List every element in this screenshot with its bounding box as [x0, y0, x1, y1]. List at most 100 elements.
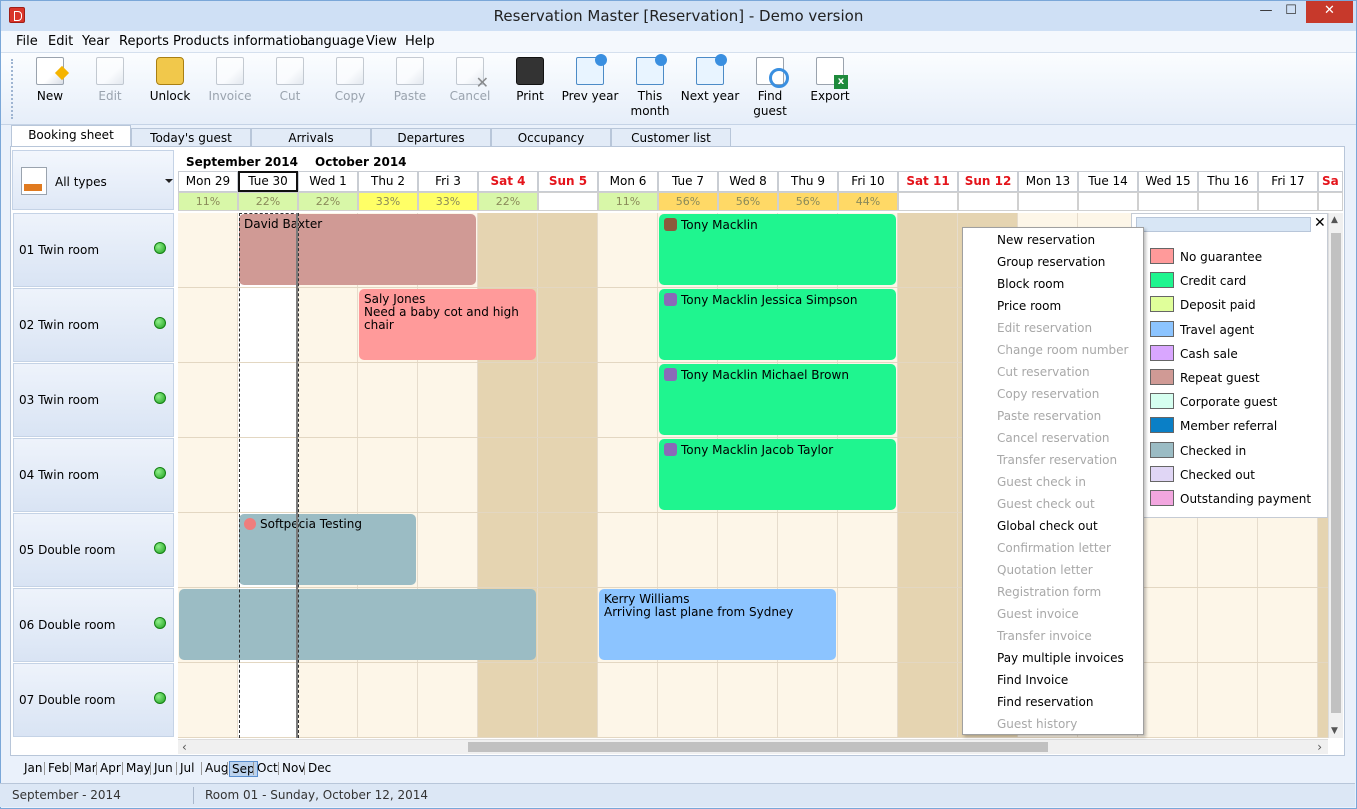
ctx-guest-invoice[interactable]: Guest invoice: [997, 607, 1079, 621]
day-header[interactable]: Tue 30: [238, 171, 298, 192]
edit-button[interactable]: Edit: [80, 57, 140, 104]
export-button[interactable]: Export: [800, 57, 860, 104]
ctx-guest-check-in[interactable]: Guest check in: [997, 475, 1086, 489]
next-year-button[interactable]: Next year: [680, 54, 740, 104]
legend-panel-titlebar[interactable]: [1136, 217, 1311, 232]
day-column[interactable]: [538, 213, 598, 738]
ctx-confirmation-letter[interactable]: Confirmation letter: [997, 541, 1111, 555]
legend-close-icon[interactable]: ✕: [1314, 215, 1326, 231]
month-link-mar[interactable]: Mar: [72, 761, 99, 777]
day-header[interactable]: Wed 8: [718, 171, 778, 192]
day-header[interactable]: Mon 6: [598, 171, 658, 192]
ctx-transfer-invoice[interactable]: Transfer invoice: [997, 629, 1092, 643]
ctx-price-room[interactable]: Price room: [997, 299, 1061, 313]
reservation-block[interactable]: [179, 589, 536, 660]
day-column[interactable]: [898, 213, 958, 738]
print-button[interactable]: Print: [500, 57, 560, 104]
room-row-header[interactable]: 02 Twin room: [13, 288, 174, 362]
room-row-header[interactable]: 03 Twin room: [13, 363, 174, 437]
menu-language[interactable]: Language: [300, 34, 364, 49]
scroll-down-icon[interactable]: ▼: [1331, 726, 1338, 736]
month-link-jan[interactable]: Jan: [22, 761, 45, 777]
day-header[interactable]: Fri 10: [838, 171, 898, 192]
day-header[interactable]: Sun 12: [958, 171, 1018, 192]
maximize-button[interactable]: ☐: [1276, 1, 1306, 23]
day-header[interactable]: Mon 13: [1018, 171, 1078, 192]
month-link-may[interactable]: May: [124, 761, 153, 777]
day-header[interactable]: Sun 5: [538, 171, 598, 192]
month-link-jun[interactable]: Jun: [152, 761, 175, 777]
ctx-find-invoice[interactable]: Find Invoice: [997, 673, 1068, 687]
ctx-global-check-out[interactable]: Global check out: [997, 519, 1098, 533]
room-type-selector[interactable]: All types: [12, 150, 174, 210]
this-month-button[interactable]: This month: [620, 54, 680, 119]
tab-customer-list[interactable]: Customer list: [611, 128, 731, 147]
unlock-button[interactable]: Unlock: [140, 57, 200, 104]
vertical-scrollbar[interactable]: ▲ ▼: [1328, 213, 1343, 738]
menu-help[interactable]: Help: [405, 34, 435, 49]
ctx-find-reservation[interactable]: Find reservation: [997, 695, 1093, 709]
reservation-block[interactable]: Tony Macklin Michael Brown: [659, 364, 896, 435]
day-header[interactable]: Fri 3: [418, 171, 478, 192]
ctx-group-reservation[interactable]: Group reservation: [997, 255, 1105, 269]
ctx-change-room-number[interactable]: Change room number: [997, 343, 1128, 357]
day-header[interactable]: Sat 11: [898, 171, 958, 192]
day-header[interactable]: Mon 29: [178, 171, 238, 192]
scroll-up-icon[interactable]: ▲: [1331, 215, 1338, 225]
room-row-header[interactable]: 05 Double room: [13, 513, 174, 587]
day-header[interactable]: Sa: [1318, 171, 1343, 192]
day-header[interactable]: Tue 7: [658, 171, 718, 192]
tab-arrivals[interactable]: Arrivals: [251, 128, 371, 147]
day-header[interactable]: Wed 1: [298, 171, 358, 192]
scroll-left-icon[interactable]: ‹: [182, 740, 187, 754]
reservation-block[interactable]: Saly Jones Need a baby cot and high chair: [359, 289, 536, 360]
day-header[interactable]: Thu 16: [1198, 171, 1258, 192]
ctx-pay-multiple-invoices[interactable]: Pay multiple invoices: [997, 651, 1124, 665]
menu-products-information[interactable]: Products information: [173, 34, 308, 49]
month-link-feb[interactable]: Feb: [46, 761, 71, 777]
room-row-header[interactable]: 07 Double room: [13, 663, 174, 737]
horizontal-scrollbar[interactable]: ‹ ›: [178, 739, 1328, 754]
scroll-right-icon[interactable]: ›: [1317, 740, 1322, 754]
reservation-block[interactable]: Tony Macklin: [659, 214, 896, 285]
tab-booking-sheet[interactable]: Booking sheet: [11, 125, 131, 147]
find-guest-button[interactable]: Find guest: [740, 57, 800, 119]
dropdown-arrow-icon[interactable]: [165, 179, 173, 183]
ctx-edit-reservation[interactable]: Edit reservation: [997, 321, 1092, 335]
tab-today-s-guest[interactable]: Today's guest: [131, 128, 251, 147]
tab-departures[interactable]: Departures: [371, 128, 491, 147]
day-header[interactable]: Wed 15: [1138, 171, 1198, 192]
menu-view[interactable]: View: [366, 34, 397, 49]
reservation-block[interactable]: Kerry Williams Arriving last plane from S…: [599, 589, 836, 660]
ctx-new-reservation[interactable]: New reservation: [997, 233, 1095, 247]
ctx-cancel-reservation[interactable]: Cancel reservation: [997, 431, 1110, 445]
reservation-block[interactable]: Tony Macklin Jacob Taylor: [659, 439, 896, 510]
day-header[interactable]: Sat 4: [478, 171, 538, 192]
room-row-header[interactable]: 04 Twin room: [13, 438, 174, 512]
month-link-jul[interactable]: Jul: [178, 761, 196, 777]
horizontal-scroll-thumb[interactable]: [468, 742, 1048, 752]
ctx-guest-check-out[interactable]: Guest check out: [997, 497, 1095, 511]
prev-year-button[interactable]: Prev year: [560, 54, 620, 104]
ctx-transfer-reservation[interactable]: Transfer reservation: [997, 453, 1117, 467]
paste-button[interactable]: Paste: [380, 57, 440, 104]
menu-edit[interactable]: Edit: [48, 34, 73, 49]
month-link-apr[interactable]: Apr: [98, 761, 123, 777]
tab-occupancy[interactable]: Occupancy: [491, 128, 611, 147]
ctx-registration-form[interactable]: Registration form: [997, 585, 1101, 599]
ctx-block-room[interactable]: Block room: [997, 277, 1064, 291]
new-button[interactable]: New: [20, 57, 80, 104]
day-header[interactable]: Thu 2: [358, 171, 418, 192]
toolbar-grip[interactable]: [11, 59, 14, 119]
reservation-block[interactable]: Tony Macklin Jessica Simpson: [659, 289, 896, 360]
menu-file[interactable]: File: [16, 34, 38, 49]
ctx-paste-reservation[interactable]: Paste reservation: [997, 409, 1101, 423]
cancel-button[interactable]: Cancel: [440, 57, 500, 104]
ctx-quotation-letter[interactable]: Quotation letter: [997, 563, 1093, 577]
cut-button[interactable]: Cut: [260, 57, 320, 104]
menu-year[interactable]: Year: [82, 34, 110, 49]
ctx-copy-reservation[interactable]: Copy reservation: [997, 387, 1099, 401]
month-link-oct[interactable]: Oct: [255, 761, 280, 777]
day-header[interactable]: Tue 14: [1078, 171, 1138, 192]
room-row-header[interactable]: 01 Twin room: [13, 213, 174, 287]
